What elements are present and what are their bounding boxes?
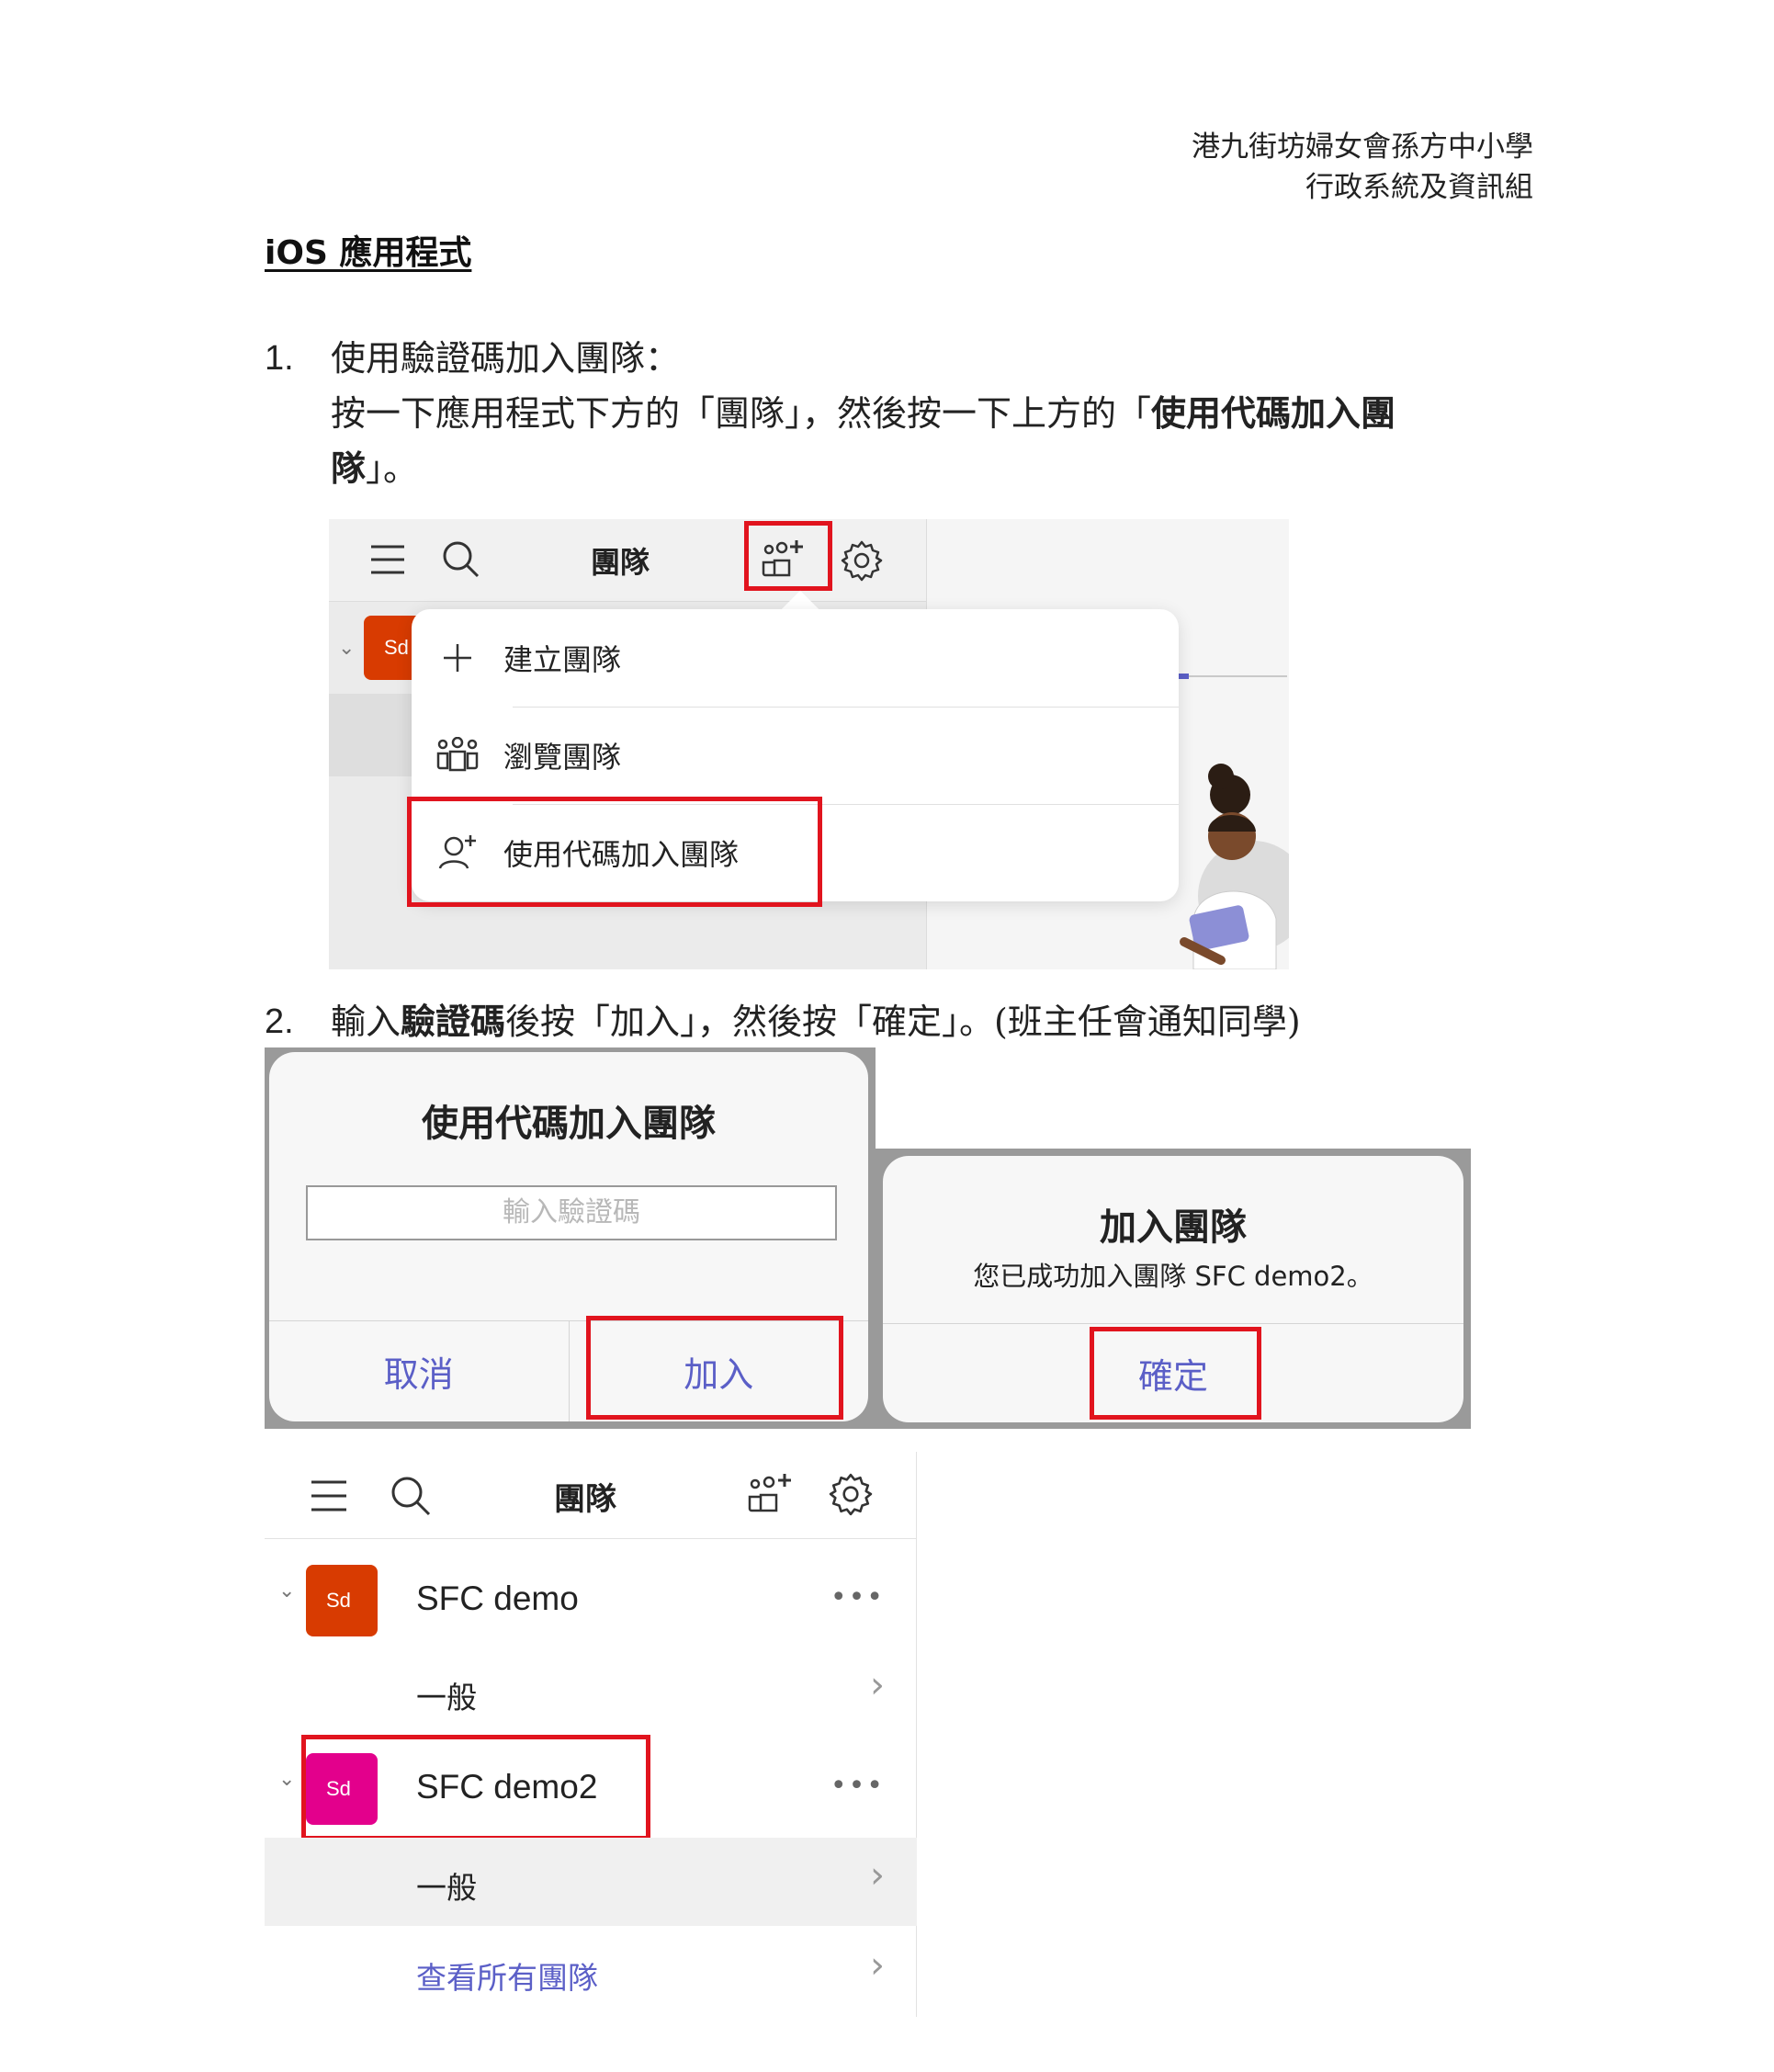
settings-gear-icon[interactable] [839, 538, 885, 583]
cancel-button[interactable]: 取消 [269, 1321, 569, 1421]
teams-title: 團隊 [554, 1481, 616, 1518]
menu-item-label: 瀏覽團隊 [503, 740, 622, 775]
step-1: 1. 使用驗證碼加入團隊： 按一下應用程式下方的「團隊」，然後按一下上方的「使用… [265, 331, 1470, 496]
step-2-instruction-bold: 驗證碼 [401, 1002, 506, 1042]
channel-label: 一般 [416, 1870, 477, 1906]
highlight-new-team [301, 1735, 650, 1840]
highlight-ok-button [1090, 1327, 1261, 1420]
chevron-right-icon: › [870, 1944, 885, 1987]
team-name: SFC demo [416, 1579, 579, 1617]
more-options-icon[interactable]: ••• [831, 1770, 885, 1802]
section-title: iOS 應用程式 [265, 234, 472, 272]
screenshot-teams-list: 團隊 ⌄ Sd SFC demo ••• 一般 › ⌄ Sd SFC demo2… [265, 1452, 917, 2017]
menu-item-label: 建立團隊 [503, 642, 622, 677]
step-1-number: 1. [265, 339, 294, 378]
teams-top-bar: 團隊 [329, 519, 926, 602]
highlight-join-button [586, 1316, 843, 1420]
highlight-join-icon [744, 521, 832, 591]
more-options-icon[interactable]: ••• [831, 1581, 885, 1613]
hamburger-menu-icon[interactable] [367, 541, 408, 578]
plus-icon [412, 642, 503, 674]
chevron-down-icon[interactable]: ⌄ [278, 1579, 295, 1602]
step-2-number: 2. [265, 1002, 294, 1041]
school-name: 港九街坊婦女會孫方中小學 [1192, 130, 1533, 164]
settings-gear-icon[interactable] [827, 1470, 875, 1518]
success-message: 您已成功加入團隊 SFC demo2。 [973, 1261, 1373, 1292]
verification-code-input[interactable]: 輸入驗證碼 [306, 1185, 837, 1240]
search-icon[interactable] [389, 1474, 433, 1518]
team-avatar: Sd [306, 1565, 378, 1636]
menu-item-browse-teams[interactable]: 瀏覽團隊 [412, 707, 1179, 804]
dialog-title: 使用代碼加入團隊 [422, 1103, 716, 1145]
chevron-right-icon: › [870, 1664, 885, 1706]
chevron-down-icon[interactable]: ⌄ [278, 1768, 295, 1791]
teams-top-bar: 團隊 [265, 1452, 917, 1539]
chevron-right-icon: › [870, 1854, 885, 1897]
view-all-teams-link[interactable]: 查看所有團隊 [416, 1953, 598, 1998]
channel-row[interactable]: 一般 › [265, 1647, 917, 1736]
divider [1184, 675, 1287, 677]
menu-item-create-team[interactable]: 建立團隊 [412, 609, 1179, 707]
channel-label: 一般 [416, 1680, 477, 1715]
hamburger-menu-icon[interactable] [309, 1478, 349, 1514]
view-all-teams-row[interactable]: 查看所有團隊 › [265, 1928, 917, 2016]
step-1-heading: 使用驗證碼加入團隊： [331, 338, 681, 379]
team-row-sfc-demo[interactable]: ⌄ Sd SFC demo ••• [265, 1556, 917, 1647]
department-name: 行政系統及資訊組 [1305, 171, 1533, 204]
highlight-join-with-code [407, 797, 822, 907]
search-icon[interactable] [441, 539, 481, 580]
screenshot-join-success-dialog: 加入團隊 您已成功加入團隊 SFC demo2。 確定 [876, 1149, 1471, 1429]
screenshot-teams-menu: 團隊 ⌄ Sd 建立團隊 瀏覽團隊 使用代碼加入團隊 [329, 519, 1289, 969]
document-header: 港九街坊婦女會孫方中小學 行政系統及資訊組 [1192, 127, 1533, 208]
teams-title: 團隊 [591, 545, 650, 580]
channel-row[interactable]: 一般 › [265, 1838, 917, 1926]
browse-teams-icon [412, 737, 503, 774]
illustration-person [1180, 764, 1289, 969]
dialog-title: 加入團隊 [1100, 1206, 1247, 1249]
step-2-instruction: 輸入驗證碼後按「加入」，然後按「確定」。(班主任會通知同學) [331, 1002, 1301, 1042]
chevron-down-icon: ⌄ [338, 637, 356, 660]
step-2: 2. 輸入驗證碼後按「加入」，然後按「確定」。(班主任會通知同學) [265, 994, 1470, 1049]
join-create-team-icon[interactable] [747, 1470, 795, 1518]
step-1-instruction: 按一下應用程式下方的「團隊」，然後按一下上方的「使用代碼加入團隊」。 [331, 393, 1396, 489]
screenshot-join-code-dialog: 使用代碼加入團隊 輸入驗證碼 取消 加入 [265, 1047, 876, 1429]
